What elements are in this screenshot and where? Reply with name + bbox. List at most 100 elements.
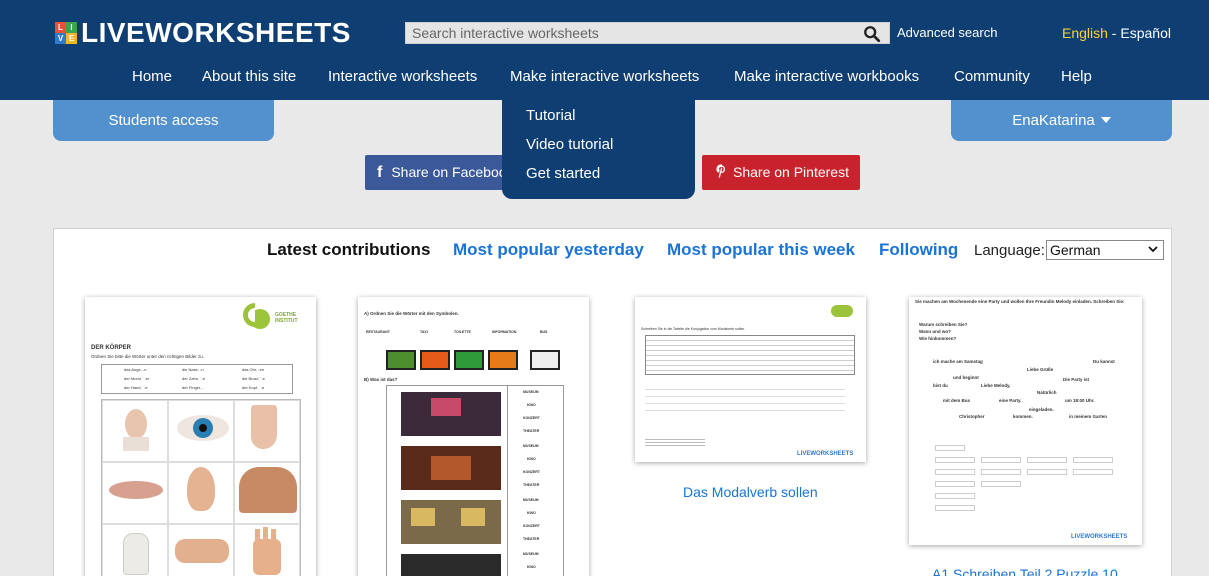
answer-box — [935, 457, 975, 463]
puzzle-fragment: bist du — [933, 383, 948, 388]
user-menu-button[interactable]: EnaKatarina — [951, 100, 1172, 141]
photo — [431, 456, 471, 480]
puzzle-fragment: mit dem Bus — [943, 398, 971, 403]
symbol-label: BUS — [540, 330, 548, 334]
picture-cell — [102, 462, 168, 524]
word: die Brust, ¨-e — [242, 376, 265, 381]
language-switcher: English - Español — [1062, 25, 1171, 41]
logo-text: LIVEWORKSHEETS — [81, 17, 351, 48]
nav-make-interactive-worksheets[interactable]: Make interactive worksheets — [510, 68, 699, 85]
chest-icon — [239, 467, 297, 513]
picture-cell — [102, 400, 168, 462]
tab-most-popular-week[interactable]: Most popular this week — [667, 240, 855, 260]
eye-icon — [199, 424, 207, 432]
main-nav: Home About this site Interactive workshe… — [0, 68, 1209, 88]
worksheet-heading: Sie machen am Wochenende eine Party und … — [915, 299, 1125, 304]
students-access-button[interactable]: Students access — [53, 100, 274, 141]
mouth-icon — [109, 481, 163, 499]
picture-grid — [101, 399, 301, 576]
worksheet-thumbnail[interactable]: A) Ordnen Sie die Wörter mit den Symbole… — [358, 297, 589, 576]
worksheet-title-link[interactable]: A1 Schreiben Teil 2 Puzzle 10 — [932, 566, 1118, 576]
puzzle-fragment: Liebe Grüße — [1027, 367, 1054, 372]
option-label: THEATER — [523, 429, 540, 433]
puzzle-fragment: ich mache am Samstag — [933, 359, 983, 364]
tab-following[interactable]: Following — [879, 240, 958, 260]
site-logo[interactable]: L I V E LIVEWORKSHEETS — [55, 17, 351, 48]
nav-about[interactable]: About this site — [202, 68, 296, 85]
logo-letter: V — [55, 33, 66, 44]
option-label: MUSEUM — [523, 498, 539, 502]
photo — [431, 398, 461, 416]
option-label: KONZERT — [523, 416, 540, 420]
language-select-value: German — [1050, 242, 1101, 258]
option-label: MUSEUM — [523, 552, 539, 556]
hand-icon — [175, 539, 229, 563]
language-english-link[interactable]: English — [1062, 25, 1108, 41]
language-spanish-link[interactable]: Español — [1120, 25, 1171, 41]
word: der Hand, ¨-e — [124, 385, 148, 390]
option-label: MUSEUM — [523, 390, 539, 394]
nav-make-interactive-workbooks[interactable]: Make interactive workbooks — [734, 68, 919, 85]
photo — [401, 554, 501, 576]
logo-letter: L — [55, 22, 66, 33]
answer-box — [1073, 457, 1113, 463]
dropdown-item-get-started[interactable]: Get started — [526, 165, 600, 182]
search-icon[interactable] — [863, 25, 881, 43]
puzzle-fragment: Du kannst — [1093, 359, 1115, 364]
picture-cell — [234, 462, 300, 524]
word: der Zahn, ¨-e — [182, 376, 206, 381]
nav-home[interactable]: Home — [132, 68, 172, 85]
conjugation-table — [645, 335, 855, 375]
advanced-search-link[interactable]: Advanced search — [897, 25, 997, 40]
information-symbol-icon — [530, 350, 560, 370]
worksheet-thumbnail[interactable]: Schreiben Sie in die Tabelle die Konjuga… — [635, 297, 866, 462]
share-facebook-label: Share on Facebook — [391, 164, 514, 180]
dropdown-item-tutorial[interactable]: Tutorial — [526, 107, 575, 124]
footer-text — [645, 437, 705, 447]
head-icon — [123, 437, 149, 451]
search-input[interactable] — [406, 23, 856, 43]
bullet-item: Wie hinkommen? — [919, 336, 957, 341]
answer-box — [935, 469, 975, 475]
answer-box — [981, 481, 1021, 487]
answer-box — [1027, 469, 1067, 475]
goethe-logo-icon — [831, 305, 853, 317]
tooth-icon — [123, 533, 149, 575]
nav-community[interactable]: Community — [954, 68, 1030, 85]
language-separator: - — [1107, 25, 1121, 41]
option-label: KONZERT — [523, 470, 540, 474]
puzzle-fragment: Christopher — [959, 414, 985, 419]
puzzle-fragment: in meinem Garten — [1069, 414, 1108, 419]
worksheet-thumbnail[interactable]: Sie machen am Wochenende eine Party und … — [909, 297, 1142, 545]
worksheet-heading: DER KÖRPER — [91, 345, 132, 351]
worksheet-thumbnail[interactable]: GOETHE INSTITUT DER KÖRPER Ordnen Sie bi… — [85, 297, 316, 576]
dropdown-item-video-tutorial[interactable]: Video tutorial — [526, 136, 613, 153]
tab-latest-contributions[interactable]: Latest contributions — [267, 240, 430, 260]
restaurant-symbol-icon — [420, 350, 450, 370]
share-pinterest-button[interactable]: Share on Pinterest — [702, 155, 860, 190]
table-divider — [507, 386, 508, 576]
ear-icon — [187, 467, 215, 511]
share-facebook-button[interactable]: f Share on Facebook — [365, 155, 515, 190]
make-worksheets-dropdown: Tutorial Video tutorial Get started — [502, 98, 695, 199]
word: das Auge, -n — [124, 367, 147, 372]
answer-box — [981, 457, 1021, 463]
nav-interactive-worksheets[interactable]: Interactive worksheets — [328, 68, 477, 85]
puzzle-fragment: Liebe Melody, — [981, 383, 1011, 388]
picture-cell — [234, 400, 300, 462]
logo-letter: I — [66, 22, 77, 33]
worksheet-title-link[interactable]: Das Modalverb sollen — [683, 484, 818, 500]
pinterest-icon — [716, 164, 726, 178]
worksheet-subheading: B) Was ist das? — [364, 377, 398, 382]
language-select[interactable]: German — [1046, 240, 1164, 260]
puzzle-fragment: Natürlich — [1037, 390, 1057, 395]
word: das Ohr, -en — [242, 367, 265, 372]
tab-most-popular-yesterday[interactable]: Most popular yesterday — [453, 240, 644, 260]
nav-help[interactable]: Help — [1061, 68, 1092, 85]
nose-icon — [251, 405, 277, 449]
option-label: THEATER — [523, 537, 540, 541]
option-label: KINO — [527, 457, 536, 461]
goethe-logo-text: GOETHE INSTITUT — [275, 312, 298, 324]
search-bar — [405, 22, 890, 44]
picture-cell — [234, 524, 300, 576]
